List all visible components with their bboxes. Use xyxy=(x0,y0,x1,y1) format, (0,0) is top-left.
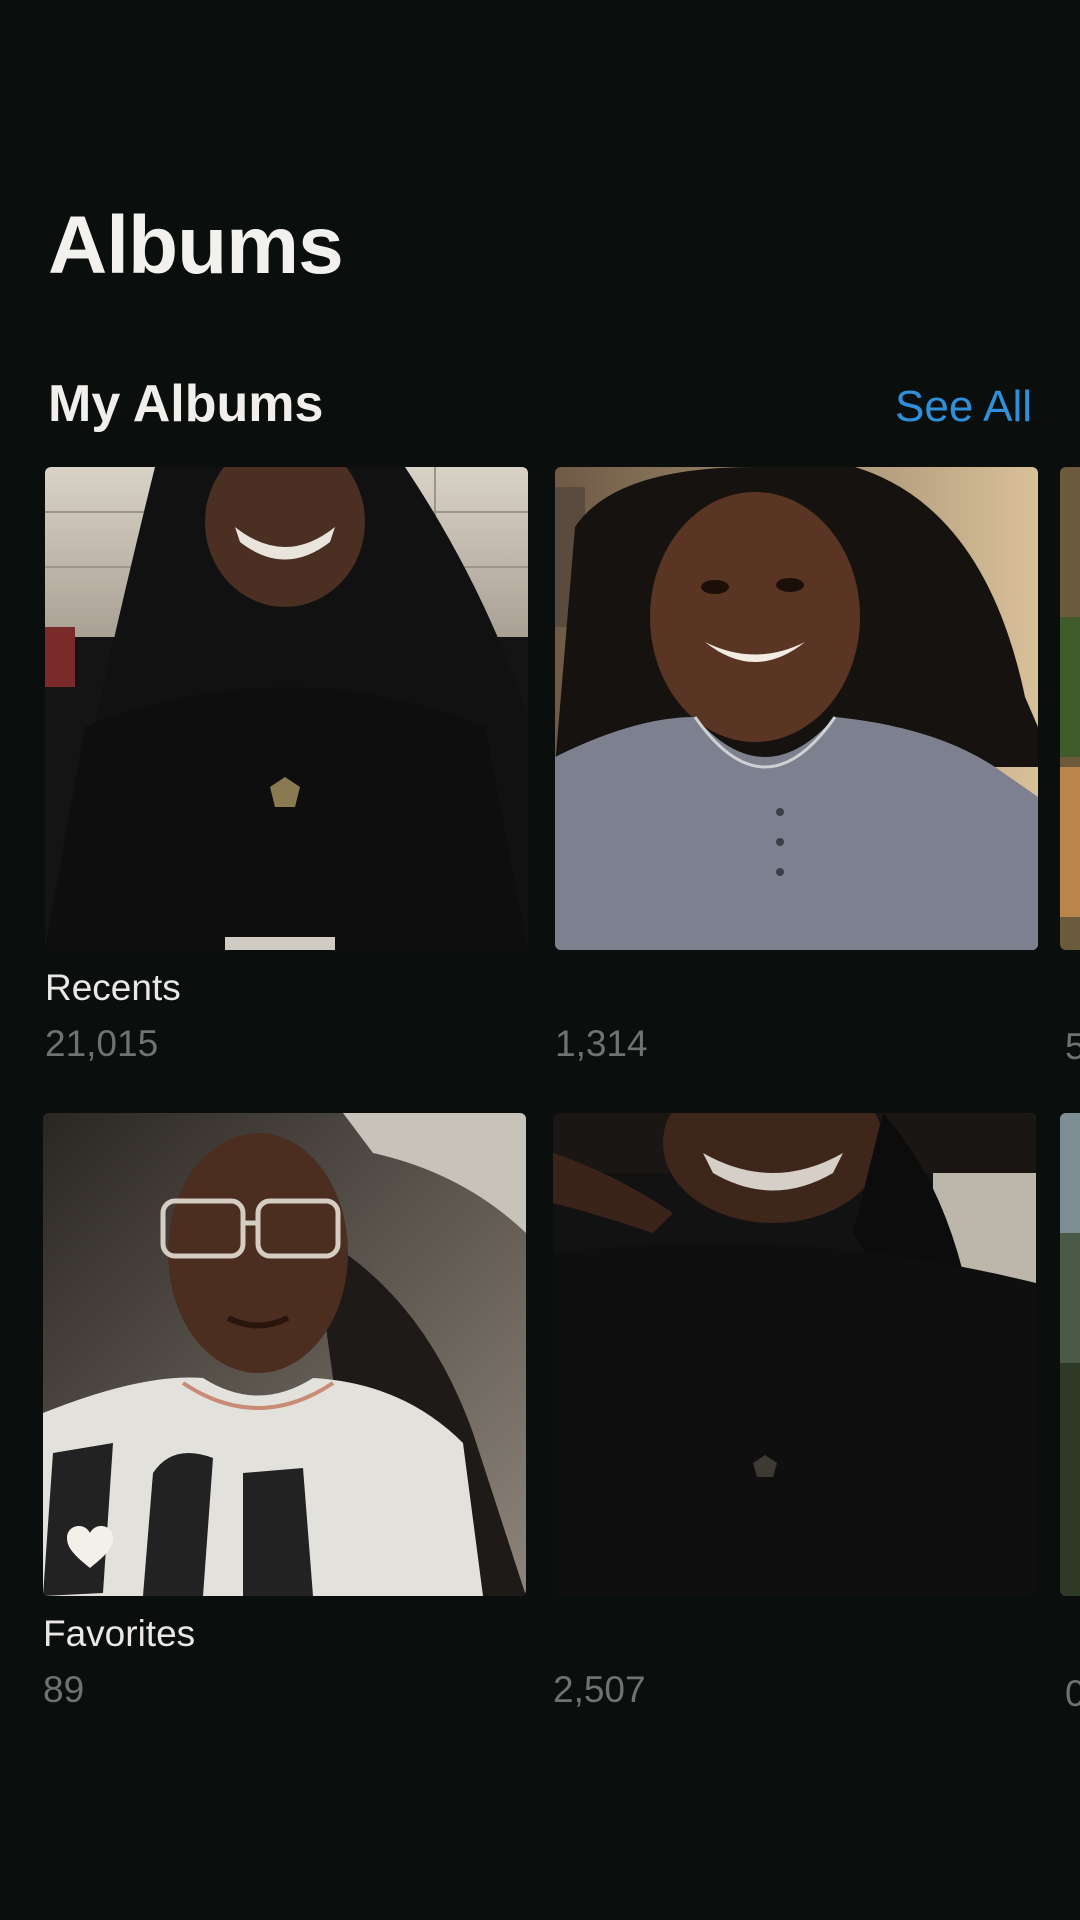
album-item-recents[interactable]: Recents 21,015 xyxy=(45,467,528,1066)
album-count: 5 xyxy=(1065,1026,1080,1067)
album-item-5[interactable]: 2,507 xyxy=(553,1113,1036,1712)
album-thumbnail-6-partial[interactable] xyxy=(1060,1113,1080,1596)
album-count: 21,015 xyxy=(45,1023,159,1064)
photo-thumbnail-image xyxy=(1060,467,1080,950)
page-title: Albums xyxy=(48,200,344,291)
album-count: 89 xyxy=(43,1669,85,1710)
album-name xyxy=(555,966,1038,1010)
album-count: 2,507 xyxy=(553,1669,646,1710)
album-count: 1,314 xyxy=(555,1023,648,1064)
album-thumbnail-5[interactable] xyxy=(553,1113,1036,1596)
album-count: 0 xyxy=(1065,1673,1080,1714)
album-thumbnail-favorites[interactable] xyxy=(43,1113,526,1596)
heart-icon xyxy=(67,1526,113,1568)
photo-thumbnail-image xyxy=(45,467,528,950)
album-name: Recents xyxy=(45,967,181,1008)
photo-thumbnail-image xyxy=(553,1113,1036,1596)
album-item-2[interactable]: 1,314 xyxy=(555,467,1038,1066)
album-thumbnail-3-partial[interactable] xyxy=(1060,467,1080,950)
album-name xyxy=(553,1612,1036,1656)
see-all-button[interactable]: See All xyxy=(895,385,1032,429)
album-name: Favorites xyxy=(43,1613,196,1654)
album-thumbnail-recents[interactable] xyxy=(45,467,528,950)
photo-thumbnail-image xyxy=(555,467,1038,950)
album-thumbnail-2[interactable] xyxy=(555,467,1038,950)
photo-thumbnail-image xyxy=(43,1113,526,1596)
photo-thumbnail-image xyxy=(1060,1113,1080,1596)
section-title-my-albums: My Albums xyxy=(48,375,324,433)
album-item-favorites[interactable]: Favorites 89 xyxy=(43,1113,526,1712)
albums-screen: Albums My Albums See All Recents 21,015 … xyxy=(0,0,1080,1920)
